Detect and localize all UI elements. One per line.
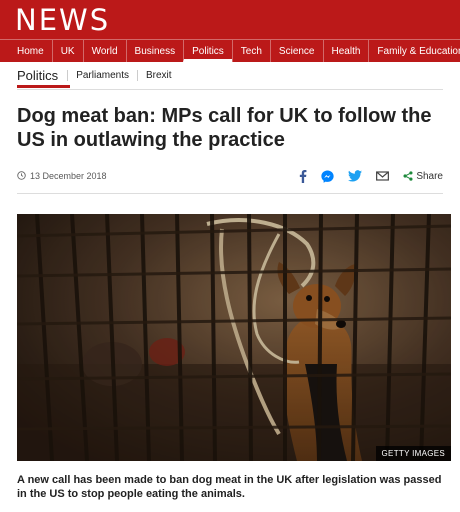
subnav-section-politics[interactable]: Politics [17, 68, 67, 83]
share-label: Share [416, 170, 443, 182]
nav-item-politics[interactable]: Politics [183, 40, 232, 62]
share-button[interactable]: Share [403, 171, 443, 182]
article-headline: Dog meat ban: MPs call for UK to follow … [17, 105, 432, 151]
nav-item-health[interactable]: Health [322, 40, 369, 62]
news-logo[interactable]: NEWS [15, 4, 110, 36]
top-navigation: Home UK World Business Politics Tech Sci… [0, 39, 460, 62]
nav-item-tech[interactable]: Tech [231, 40, 270, 62]
share-tools: Share [299, 169, 443, 183]
article-photo: GETTY IMAGES [17, 214, 451, 461]
article-lead-paragraph: A new call has been made to ban dog meat… [17, 474, 442, 500]
share-icon [403, 171, 413, 181]
nav-item-science[interactable]: Science [269, 40, 323, 62]
nav-item-uk[interactable]: UK [51, 40, 83, 62]
nav-item-family-education[interactable]: Family & Education [368, 40, 460, 62]
section-subnav: Politics Parliaments Brexit [0, 62, 460, 88]
article-meta: 13 December 2018 Share [17, 164, 443, 194]
nav-item-world[interactable]: World [82, 40, 126, 62]
article-date: 13 December 2018 [17, 170, 107, 182]
subnav-divider [17, 89, 443, 90]
active-section-indicator [17, 85, 70, 88]
clock-icon [17, 170, 26, 182]
email-icon[interactable] [376, 171, 390, 181]
twitter-icon[interactable] [348, 170, 363, 182]
messenger-icon[interactable] [321, 170, 334, 183]
nav-item-home[interactable]: Home [0, 40, 52, 62]
subnav-item-brexit[interactable]: Brexit [137, 69, 180, 81]
image-credit: GETTY IMAGES [375, 446, 451, 461]
masthead: NEWS Home UK World Business Politics Tec… [0, 0, 460, 62]
dog-in-cage-image [17, 214, 451, 461]
date-text: 13 December 2018 [30, 171, 107, 181]
facebook-icon[interactable] [299, 169, 307, 183]
nav-item-business[interactable]: Business [125, 40, 184, 62]
subnav-item-parliaments[interactable]: Parliaments [67, 69, 137, 81]
